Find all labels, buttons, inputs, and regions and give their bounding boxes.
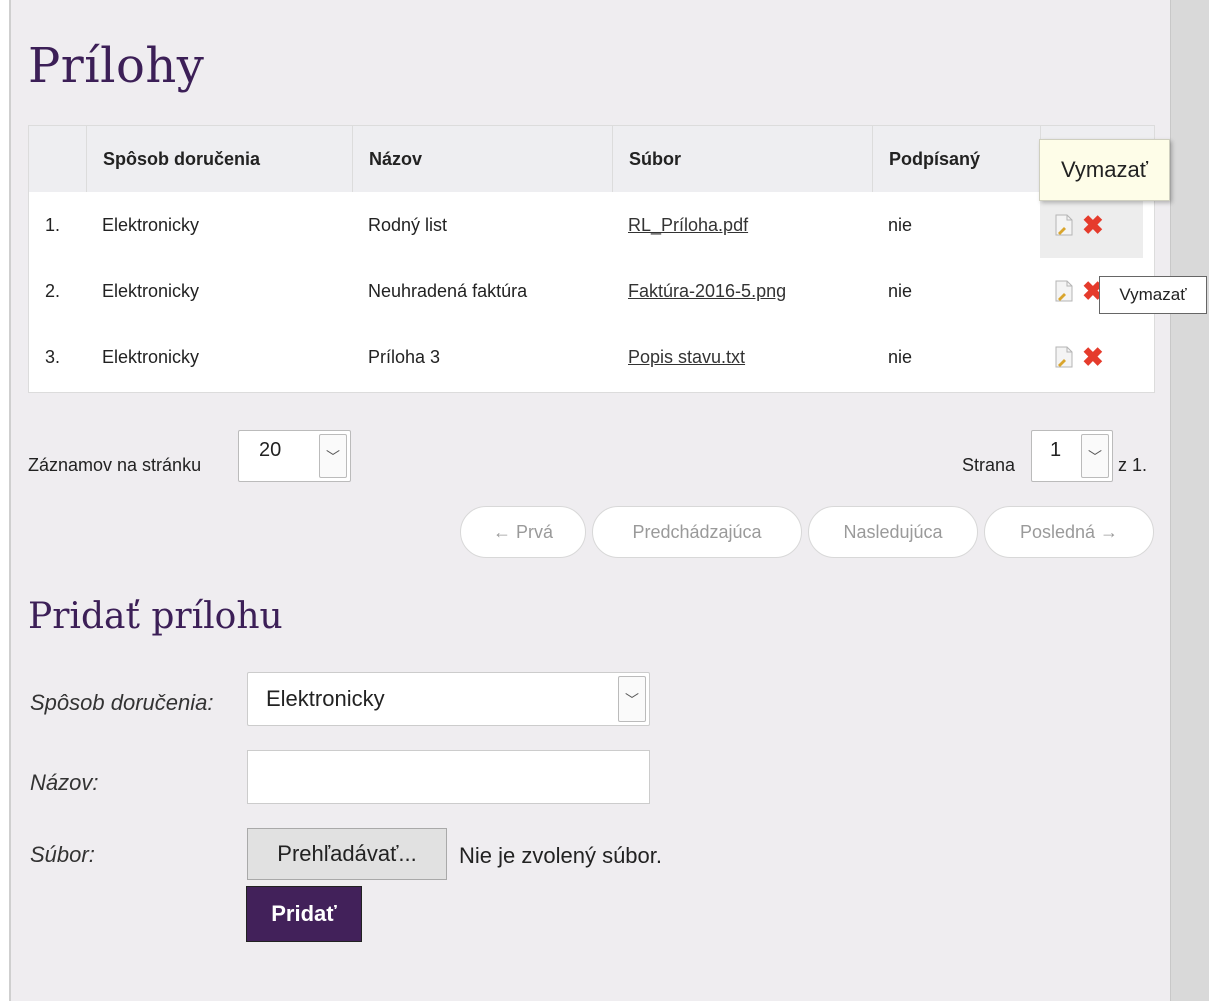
table-row: 1. Elektronicky Rodný list RL_Príloha.pd… [29, 192, 1154, 258]
header-signed: Podpísaný [872, 126, 1040, 192]
row-actions: ✖ [1054, 344, 1124, 370]
row-name: Rodný list [368, 215, 448, 235]
edit-document-icon[interactable] [1054, 214, 1074, 236]
name-label: Názov: [30, 770, 99, 795]
row-signed: nie [888, 281, 913, 301]
page-value: 1 [1050, 439, 1062, 461]
delivery-select-value: Elektronicky [266, 686, 385, 711]
delete-icon[interactable]: ✖ [1082, 344, 1104, 370]
delivery-select[interactable]: Elektronicky ﹀ [247, 672, 650, 726]
per-page-label: Záznamov na stránku [28, 455, 202, 475]
table-row: 3. Elektronicky Príloha 3 Popis stavu.tx… [29, 324, 1154, 390]
browse-button[interactable]: Prehľadávať... [247, 828, 447, 880]
vertical-scrollbar[interactable] [1170, 0, 1209, 1001]
chevron-down-icon: ﹀ [618, 676, 646, 722]
edit-document-icon[interactable] [1054, 280, 1074, 302]
file-link[interactable]: RL_Príloha.pdf [628, 215, 748, 235]
file-label: Súbor: [30, 842, 95, 867]
header-index [29, 126, 86, 192]
header-file: Súbor [612, 126, 872, 192]
delete-tooltip: Vymazať [1039, 139, 1170, 201]
table-header: Spôsob doručenia Názov Súbor Podpísaný [29, 126, 1154, 192]
previous-page-button[interactable]: Predchádzajúca [592, 506, 802, 558]
row-signed: nie [888, 347, 913, 367]
page-total: z 1. [1118, 455, 1148, 475]
row-index: 2. [45, 281, 61, 301]
row-name: Neuhradená faktúra [368, 281, 528, 301]
last-page-button[interactable]: Posledná → [984, 506, 1154, 558]
add-button[interactable]: Pridať [246, 886, 362, 942]
header-name: Názov [352, 126, 612, 192]
per-page-select[interactable]: 20 ﹀ [238, 430, 351, 482]
row-actions: ✖ [1054, 212, 1124, 238]
page-select[interactable]: 1 ﹀ [1031, 430, 1113, 482]
chevron-down-icon: ﹀ [1081, 434, 1109, 478]
per-page-value: 20 [259, 439, 282, 461]
delivery-label: Spôsob doručenia: [30, 690, 214, 715]
chevron-down-icon: ﹀ [319, 434, 347, 478]
first-page-button[interactable]: ← Prvá [460, 506, 586, 558]
row-signed: nie [888, 215, 913, 235]
header-delivery: Spôsob doručenia [86, 126, 352, 192]
row-index: 1. [45, 215, 61, 235]
table-row: 2. Elektronicky Neuhradená faktúra Faktú… [29, 258, 1154, 324]
attachments-table: Spôsob doručenia Názov Súbor Podpísaný 1… [28, 125, 1155, 393]
file-status-text: Nie je zvolený súbor. [459, 843, 662, 868]
file-link[interactable]: Popis stavu.txt [628, 347, 745, 367]
row-index: 3. [45, 347, 61, 367]
delete-tooltip-native: Vymazať [1099, 276, 1207, 314]
delete-icon[interactable]: ✖ [1082, 212, 1104, 238]
row-delivery: Elektronicky [102, 281, 200, 301]
row-name: Príloha 3 [368, 347, 441, 367]
name-input[interactable] [247, 750, 650, 804]
page-label: Strana [962, 455, 1016, 475]
next-page-button[interactable]: Nasledujúca [808, 506, 978, 558]
file-link[interactable]: Faktúra-2016-5.png [628, 281, 786, 301]
add-attachment-title: Pridať prílohu [28, 596, 283, 637]
page-title: Prílohy [28, 38, 205, 94]
edit-document-icon[interactable] [1054, 346, 1074, 368]
row-delivery: Elektronicky [102, 215, 200, 235]
row-delivery: Elektronicky [102, 347, 200, 367]
